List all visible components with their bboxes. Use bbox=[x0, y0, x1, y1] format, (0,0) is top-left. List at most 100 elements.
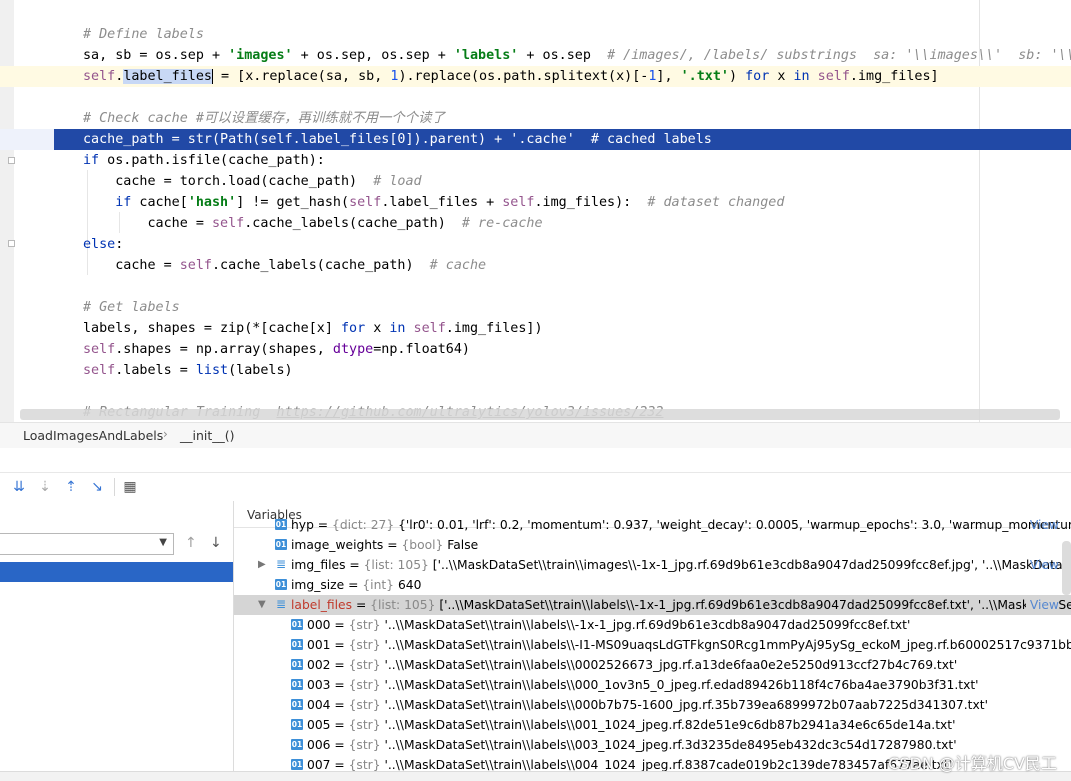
evaluate-expression-icon[interactable]: ▦ bbox=[121, 478, 139, 496]
code-line[interactable]: else: bbox=[0, 234, 1071, 255]
code-line[interactable]: cache = torch.load(cache_path) # load bbox=[0, 171, 1071, 192]
code-line[interactable]: cache = self.cache_labels(cache_path) # … bbox=[0, 255, 1071, 276]
code-line-text: cache = self.cache_labels(cache_path) # … bbox=[83, 213, 542, 234]
code-token: x bbox=[769, 69, 794, 84]
variable-entry: 001 = {str} '..\\MaskDataSet\\train\\lab… bbox=[307, 635, 1071, 655]
code-line[interactable] bbox=[0, 276, 1071, 297]
primitive-type-icon: 01 bbox=[291, 759, 303, 770]
code-line-text: cache = torch.load(cache_path) # load bbox=[83, 171, 421, 192]
code-token: self bbox=[502, 195, 535, 210]
variable-type: {int} bbox=[362, 578, 395, 592]
code-token: self bbox=[349, 195, 382, 210]
variable-entry: img_files = {list: 105} ['..\\MaskDataSe… bbox=[291, 555, 1071, 575]
equals-sign: = bbox=[352, 598, 371, 612]
breadcrumb-item-class[interactable]: LoadImagesAndLabels bbox=[23, 428, 163, 443]
collapse-arrow-icon[interactable]: ▼ bbox=[258, 595, 266, 615]
equals-sign: = bbox=[330, 738, 349, 752]
variable-name: 004 bbox=[307, 698, 331, 712]
code-token: .img_files] bbox=[849, 69, 939, 84]
variable-row[interactable]: 01 img_size = {int} 640 bbox=[234, 575, 1071, 595]
code-line[interactable]: # Define labels bbox=[0, 24, 1071, 45]
variable-row[interactable]: ▼ ≣ label_files = {list: 105} ['..\\MaskDa… bbox=[234, 595, 1071, 615]
variable-row[interactable]: 01 005 = {str} '..\\MaskDataSet\\train\\l… bbox=[234, 715, 1071, 735]
previous-frame-icon[interactable]: ↑ bbox=[185, 535, 197, 551]
code-line[interactable]: self.shapes = np.array(shapes, dtype=np.… bbox=[0, 339, 1071, 360]
run-to-cursor-icon[interactable]: ↘ bbox=[88, 478, 106, 496]
variable-row[interactable]: 01 003 = {str} '..\\MaskDataSet\\train\\l… bbox=[234, 675, 1071, 695]
equals-sign: = bbox=[330, 658, 349, 672]
code-token: sa, sb = os.sep + bbox=[83, 48, 229, 63]
code-line[interactable]: cache = self.cache_labels(cache_path) # … bbox=[0, 213, 1071, 234]
variable-name: 002 bbox=[307, 658, 331, 672]
code-line[interactable] bbox=[0, 381, 1071, 402]
variable-row[interactable]: 01 004 = {str} '..\\MaskDataSet\\train\\l… bbox=[234, 695, 1071, 715]
variable-value: 640 bbox=[397, 578, 422, 592]
variable-value: '..\\MaskDataSet\\train\\labels\\003_102… bbox=[384, 738, 957, 752]
expand-arrow-icon[interactable]: ▶ bbox=[258, 555, 266, 575]
equals-sign: = bbox=[345, 558, 364, 572]
variable-row[interactable]: 01 001 = {str} '..\\MaskDataSet\\train\\l… bbox=[234, 635, 1071, 655]
view-link[interactable]: View bbox=[1026, 515, 1059, 535]
primitive-type-icon: 01 bbox=[291, 639, 303, 650]
code-token: =np.float64) bbox=[373, 342, 470, 357]
breadcrumb-separator-icon: › bbox=[163, 427, 168, 441]
variable-entry: 002 = {str} '..\\MaskDataSet\\train\\lab… bbox=[307, 655, 957, 675]
primitive-type-icon: 01 bbox=[275, 519, 287, 530]
code-line-text: cache = self.cache_labels(cache_path) # … bbox=[83, 255, 486, 276]
variable-name: label_files bbox=[291, 598, 353, 612]
variable-row[interactable]: 01 002 = {str} '..\\MaskDataSet\\train\\l… bbox=[234, 655, 1071, 675]
variable-entry: img_size = {int} 640 bbox=[291, 575, 421, 595]
variable-row[interactable]: 01 hyp = {dict: 27} {'lr0': 0.01, 'lrf': … bbox=[234, 515, 1071, 535]
variable-name: 001 bbox=[307, 638, 331, 652]
code-token: .shapes = np.array(shapes, bbox=[115, 342, 333, 357]
code-token: for bbox=[340, 321, 366, 336]
variable-entry: image_weights = {bool} False bbox=[291, 535, 478, 555]
variable-type: {str} bbox=[348, 718, 381, 732]
code-token: (labels) bbox=[228, 363, 293, 378]
next-frame-icon[interactable]: ↓ bbox=[210, 535, 222, 551]
variable-entry: 006 = {str} '..\\MaskDataSet\\train\\lab… bbox=[307, 735, 957, 755]
variable-row[interactable]: 01 000 = {str} '..\\MaskDataSet\\train\\l… bbox=[234, 615, 1071, 635]
code-token: .labels = bbox=[115, 363, 196, 378]
code-token: : bbox=[115, 237, 124, 252]
variable-type: {str} bbox=[348, 638, 381, 652]
editor-horizontal-scrollbar[interactable] bbox=[20, 409, 1060, 420]
variable-row[interactable]: ▶ ≣ img_files = {list: 105} ['..\\MaskData… bbox=[234, 555, 1071, 575]
code-token: self bbox=[817, 69, 850, 84]
code-line-text: # Get labels bbox=[83, 297, 180, 318]
code-token: 'hash' bbox=[187, 195, 237, 210]
code-line[interactable] bbox=[0, 87, 1071, 108]
code-line[interactable]: # Check cache #可以设置缓存，再训练就不用一个个读了 bbox=[0, 108, 1071, 129]
code-editor[interactable]: # Define labels sa, sb = os.sep + 'images… bbox=[0, 0, 1071, 422]
equals-sign: = bbox=[344, 578, 363, 592]
code-line[interactable]: cache_path = str(Path(self.label_files[0… bbox=[0, 129, 1071, 150]
code-token: dtype bbox=[332, 342, 374, 357]
code-line[interactable]: if cache['hash'] != get_hash(self.label_… bbox=[0, 192, 1071, 213]
debugger-toolbar: ⇊ ⇣ ⇡ ↘ ▦ bbox=[0, 472, 1071, 502]
step-into-my-code-icon[interactable]: ⇊ bbox=[10, 478, 28, 496]
variable-value: '..\\MaskDataSet\\train\\labels\\004_102… bbox=[384, 758, 953, 771]
code-line[interactable]: self.labels = list(labels) bbox=[0, 360, 1071, 381]
code-line[interactable]: labels, shapes = zip(*[cache[x] for x in… bbox=[0, 318, 1071, 339]
code-line-text: self.labels = list(labels) bbox=[83, 360, 293, 381]
view-link[interactable]: View bbox=[1026, 555, 1059, 575]
variable-value: '..\\MaskDataSet\\train\\labels\\001_102… bbox=[384, 718, 956, 732]
code-line[interactable]: if os.path.isfile(cache_path): bbox=[0, 150, 1071, 171]
code-line-text: self.label_files = [x.replace(sa, sb, 1)… bbox=[83, 66, 939, 87]
variables-scrollbar[interactable] bbox=[1062, 541, 1071, 595]
breadcrumb-item-method[interactable]: __init__() bbox=[180, 428, 235, 443]
thread-selector[interactable]: ▼ bbox=[0, 533, 174, 555]
force-step-into-icon[interactable]: ⇣ bbox=[36, 478, 54, 496]
view-link[interactable]: View bbox=[1025, 595, 1059, 615]
list-type-icon: ≣ bbox=[275, 557, 287, 571]
equals-sign: = bbox=[330, 758, 349, 771]
code-line[interactable]: # Get labels bbox=[0, 297, 1071, 318]
step-out-icon[interactable]: ⇡ bbox=[62, 478, 80, 496]
code-token: 'images' bbox=[228, 48, 293, 63]
variable-row[interactable]: 01 image_weights = {bool} False bbox=[234, 535, 1071, 555]
selected-frame-row[interactable] bbox=[0, 562, 233, 582]
code-line[interactable]: sa, sb = os.sep + 'images' + os.sep, os.… bbox=[0, 45, 1071, 66]
code-line[interactable]: self.label_files = [x.replace(sa, sb, 1)… bbox=[0, 66, 1071, 87]
code-token: self bbox=[83, 363, 116, 378]
variable-entry: 005 = {str} '..\\MaskDataSet\\train\\lab… bbox=[307, 715, 956, 735]
